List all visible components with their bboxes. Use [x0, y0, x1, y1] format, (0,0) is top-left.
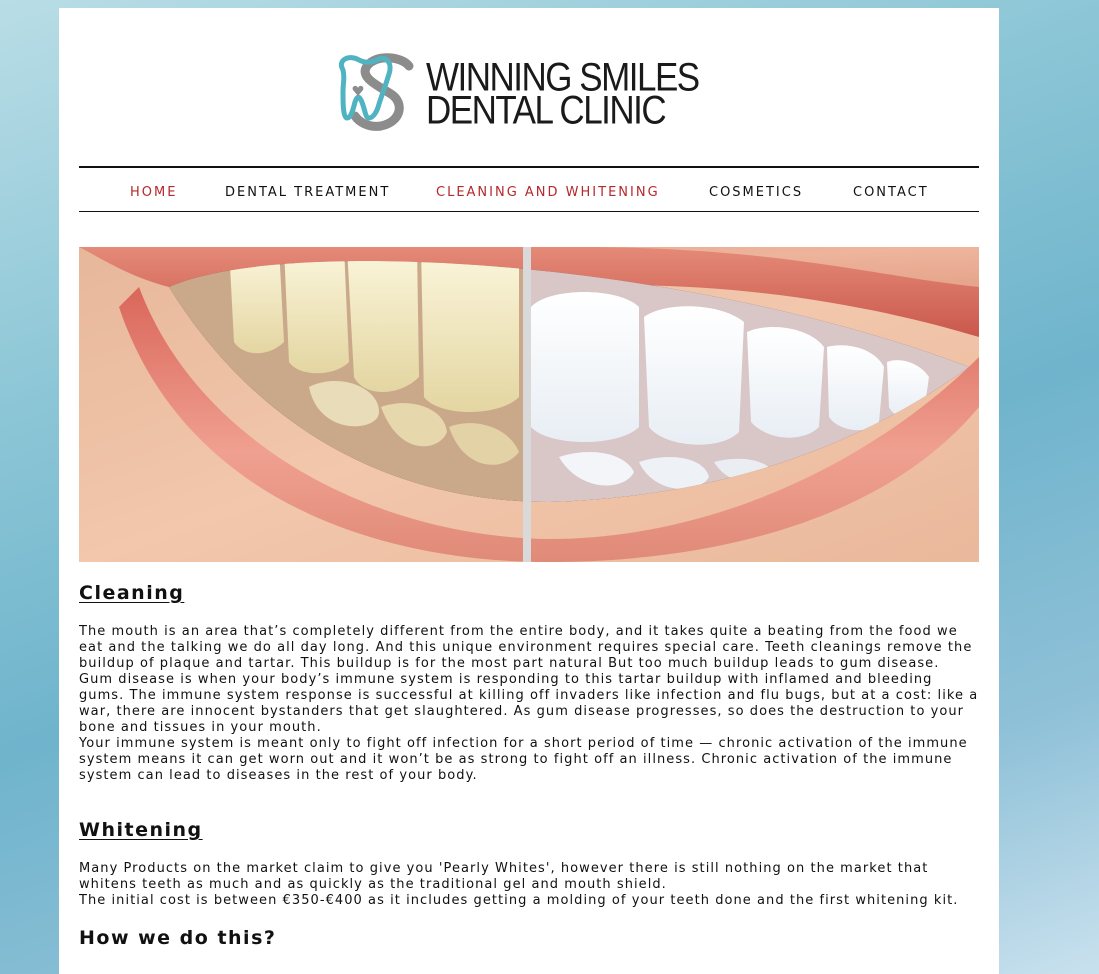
cleaning-paragraph-1: The mouth is an area that’s completely d…: [79, 624, 973, 671]
nav-cosmetics[interactable]: COSMETICS: [709, 185, 803, 200]
clinic-logo[interactable]: WINNING SMILES DENTAL CLINIC: [331, 52, 726, 134]
cleaning-paragraph-3: Your immune system is meant only to figh…: [79, 736, 968, 783]
nav-cleaning-and-whitening[interactable]: CLEANING AND WHITENING: [436, 185, 660, 200]
main-content: Cleaning The mouth is an area that’s com…: [79, 582, 979, 949]
nav-home[interactable]: HOME: [130, 185, 177, 200]
tooth-logo-icon: [339, 53, 414, 131]
page-container: WINNING SMILES DENTAL CLINIC HOME DENTAL…: [59, 8, 999, 974]
cleaning-heading: Cleaning: [79, 582, 185, 604]
whitening-paragraph-2: The initial cost is between €350-€400 as…: [79, 893, 959, 908]
whitening-heading: Whitening: [79, 819, 203, 841]
hero-image: [79, 247, 979, 562]
nav-dental-treatment[interactable]: DENTAL TREATMENT: [225, 185, 390, 200]
nav-contact[interactable]: CONTACT: [853, 185, 929, 200]
logo-text-line2: DENTAL CLINIC: [426, 88, 667, 133]
whitening-paragraph-1: Many Products on the market claim to giv…: [79, 861, 929, 892]
main-navigation: HOME DENTAL TREATMENT CLEANING AND WHITE…: [79, 166, 979, 212]
cleaning-paragraph-2: Gum disease is when your body’s immune s…: [79, 672, 979, 735]
teeth-whitening-comparison-image: [79, 247, 979, 562]
how-we-do-this-heading: How we do this?: [79, 927, 277, 949]
